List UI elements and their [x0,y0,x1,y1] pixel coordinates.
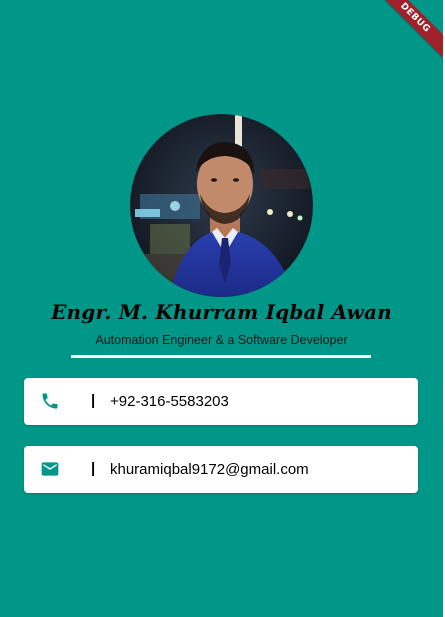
profile-avatar [130,114,313,297]
divider [71,355,371,358]
app-screen: DEBUG Engr. M. Khurram Iqbal Awan Automa… [0,0,443,617]
profile-name: Engr. M. Khurram Iqbal Awan [51,300,392,324]
email-card[interactable]: | khuramiqbal9172@gmail.com [24,446,418,493]
phone-icon [40,391,60,411]
email-separator: | [91,460,96,477]
profile-subtitle: Automation Engineer & a Software Develop… [95,333,348,347]
mail-icon [40,459,60,479]
phone-card[interactable]: | +92-316-5583203 [24,378,418,425]
email-address[interactable]: khuramiqbal9172@gmail.com [110,461,309,478]
debug-banner: DEBUG [373,0,443,60]
phone-number[interactable]: +92-316-5583203 [110,393,229,410]
phone-separator: | [91,392,96,409]
